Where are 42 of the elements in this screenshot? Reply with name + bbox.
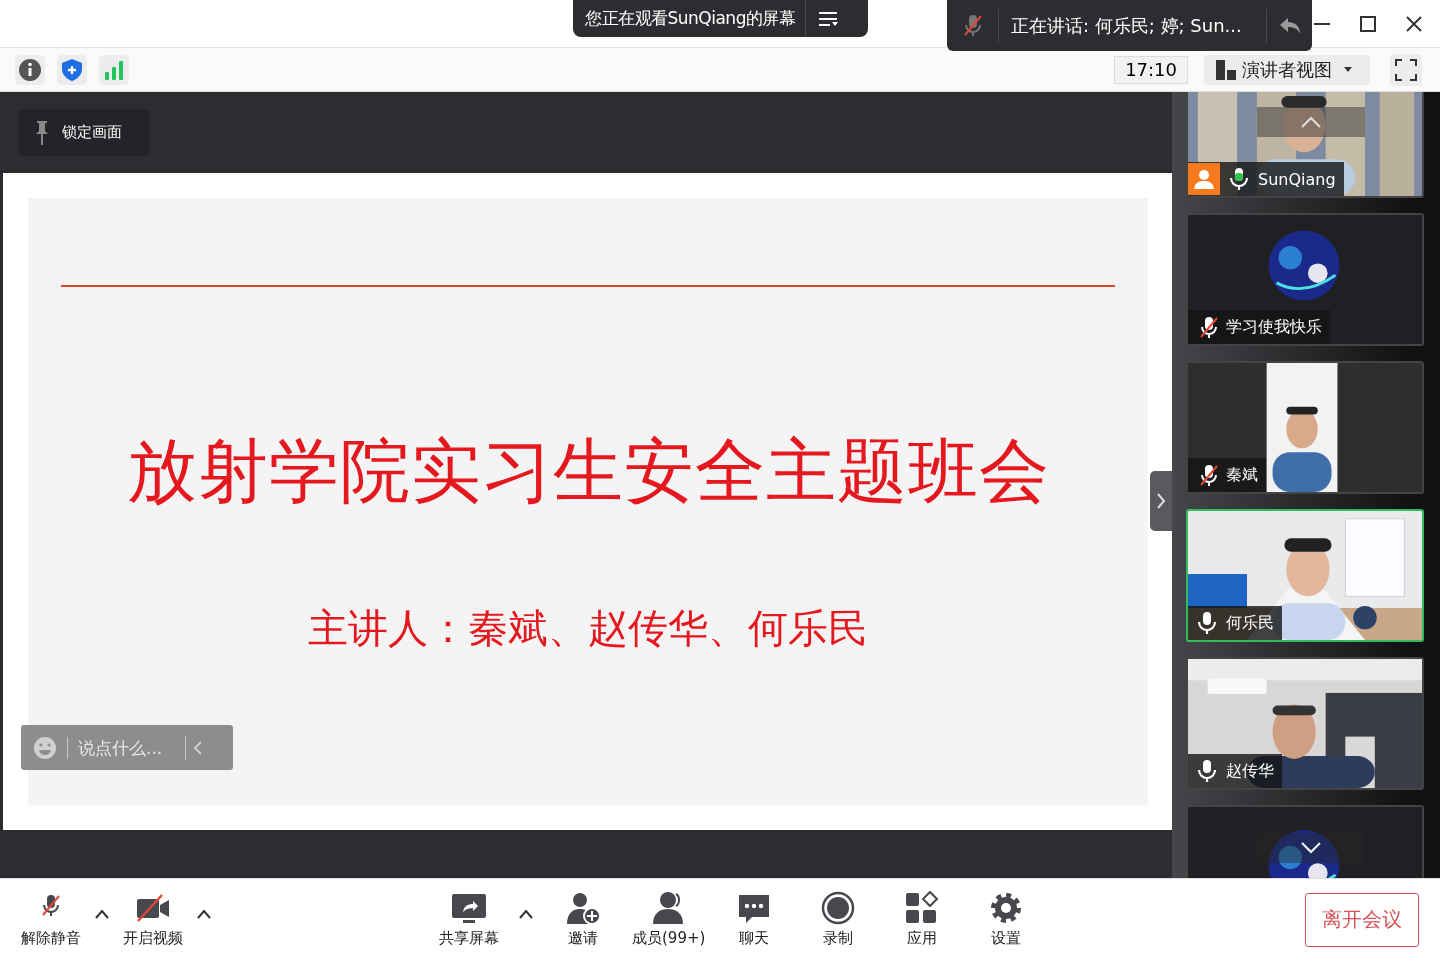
meeting-time: 17:10: [1114, 55, 1188, 84]
add-user-icon: [565, 891, 601, 925]
fullscreen-button[interactable]: [1390, 53, 1422, 86]
view-dropdown[interactable]: 演讲者视图: [1204, 54, 1370, 85]
pin-icon: [34, 119, 50, 146]
toolbar-button[interactable]: 成员(99+): [628, 891, 710, 948]
toolbar-button[interactable]: 录制: [799, 891, 878, 948]
chevron-up-icon: [1300, 115, 1322, 129]
chevron-down-icon: [1300, 841, 1322, 855]
participant-name: SunQiang: [1258, 169, 1336, 189]
fullscreen-icon: [1395, 58, 1417, 81]
tooltip-text: 锁定画面: [62, 123, 122, 142]
speaker-list: 正在讲话: 何乐民; 婷; Sun...: [999, 13, 1266, 38]
maximize-icon[interactable]: [1358, 13, 1378, 34]
banner-text: 您正在观看SunQiang的屏幕: [573, 0, 807, 37]
toolbar-button[interactable]: 设置: [967, 891, 1046, 948]
layout-icon: [1216, 59, 1236, 80]
participant-name: 何乐民: [1226, 612, 1274, 634]
toolbar-button[interactable]: 应用: [883, 891, 962, 948]
menu-icon[interactable]: [818, 10, 839, 27]
toolbar-button[interactable]: 聊天: [715, 891, 794, 948]
info-icon[interactable]: [15, 54, 45, 85]
apps-icon: [904, 891, 941, 925]
close-icon[interactable]: [1404, 13, 1424, 34]
pin-tooltip[interactable]: 锁定画面: [18, 109, 150, 156]
chat-field[interactable]: 说点什么...: [21, 725, 233, 770]
record-icon: [820, 891, 857, 925]
toolbar-button[interactable]: 开启视频: [114, 891, 192, 948]
chevron-right-icon: [1155, 491, 1167, 511]
participant-name: 赵传华: [1226, 760, 1274, 782]
toolbar-button[interactable]: 共享屏幕: [430, 891, 508, 948]
slide-title: 放射学院实习生安全主题班会: [126, 429, 1050, 514]
chat-input-field[interactable]: 说点什么...: [67, 736, 177, 759]
shield-icon[interactable]: [57, 54, 87, 85]
toolbar-button[interactable]: 邀请: [544, 891, 622, 948]
slide-subtitle: 主讲人：秦斌、赵传华、何乐民: [308, 604, 868, 653]
screen-share-icon: [451, 891, 487, 925]
leave-meeting-button[interactable]: 离开会议: [1305, 892, 1419, 947]
toolbar-button[interactable]: 解除静音: [12, 891, 90, 948]
participant-name: 秦斌: [1226, 464, 1258, 486]
participant-name: 学习使我快乐: [1226, 316, 1322, 338]
collapse-handle[interactable]: [1150, 471, 1172, 531]
